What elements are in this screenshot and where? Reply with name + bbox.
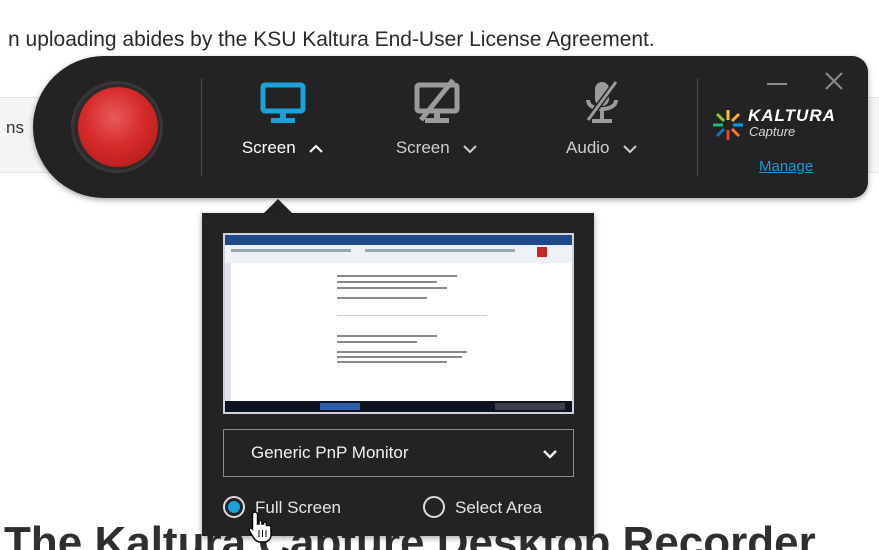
- monitor-icon: [260, 82, 306, 123]
- select-area-label: Select Area: [455, 498, 542, 517]
- audio-source-button[interactable]: Audio: [537, 76, 667, 186]
- chevron-down-icon: [463, 145, 477, 154]
- secondary-screen-label: Screen: [395, 138, 450, 157]
- screen-preview-thumbnail: [223, 233, 574, 414]
- kaltura-capture-logo: KALTURA Capture: [709, 106, 849, 142]
- audio-source-label: Audio: [566, 138, 610, 157]
- logo-wordmark: KALTURA: [748, 106, 836, 125]
- band-text: ns: [6, 118, 24, 137]
- logo-subtitle: Capture: [749, 124, 796, 139]
- minimize-icon[interactable]: [765, 72, 789, 92]
- radio-selected-icon: [223, 496, 245, 518]
- radio-unselected-icon: [423, 496, 445, 518]
- hand-cursor-icon: [248, 511, 272, 543]
- screen-source-panel: Generic PnP Monitor Full Screen Select A…: [202, 213, 594, 536]
- kaltura-capture-toolbar: Screen Screen Audio KALTURA Capture Mana…: [33, 56, 868, 198]
- screen-preview-image: [225, 235, 572, 412]
- full-screen-option[interactable]: Full Screen: [223, 495, 373, 521]
- select-area-option[interactable]: Select Area: [423, 495, 573, 521]
- chevron-up-icon: [309, 144, 323, 153]
- microphone-off-icon: [585, 80, 619, 123]
- close-icon[interactable]: [823, 70, 845, 92]
- chevron-down-icon: [623, 145, 637, 154]
- record-button[interactable]: [78, 87, 158, 167]
- panel-pointer: [263, 199, 293, 214]
- monitor-select-value: Generic PnP Monitor: [251, 443, 409, 462]
- chevron-down-icon: [543, 450, 557, 459]
- screen-source-button[interactable]: Screen: [218, 76, 348, 186]
- screen-source-label: Screen: [241, 138, 296, 157]
- toolbar-divider: [201, 78, 202, 176]
- secondary-screen-button[interactable]: Screen: [372, 76, 502, 186]
- kaltura-burst-icon: [713, 110, 743, 140]
- monitor-off-icon: [414, 78, 460, 123]
- manage-link[interactable]: Manage: [759, 158, 813, 175]
- license-notice-text: n uploading abides by the KSU Kaltura En…: [8, 28, 655, 51]
- monitor-select[interactable]: Generic PnP Monitor: [223, 429, 574, 477]
- toolbar-divider: [697, 78, 698, 176]
